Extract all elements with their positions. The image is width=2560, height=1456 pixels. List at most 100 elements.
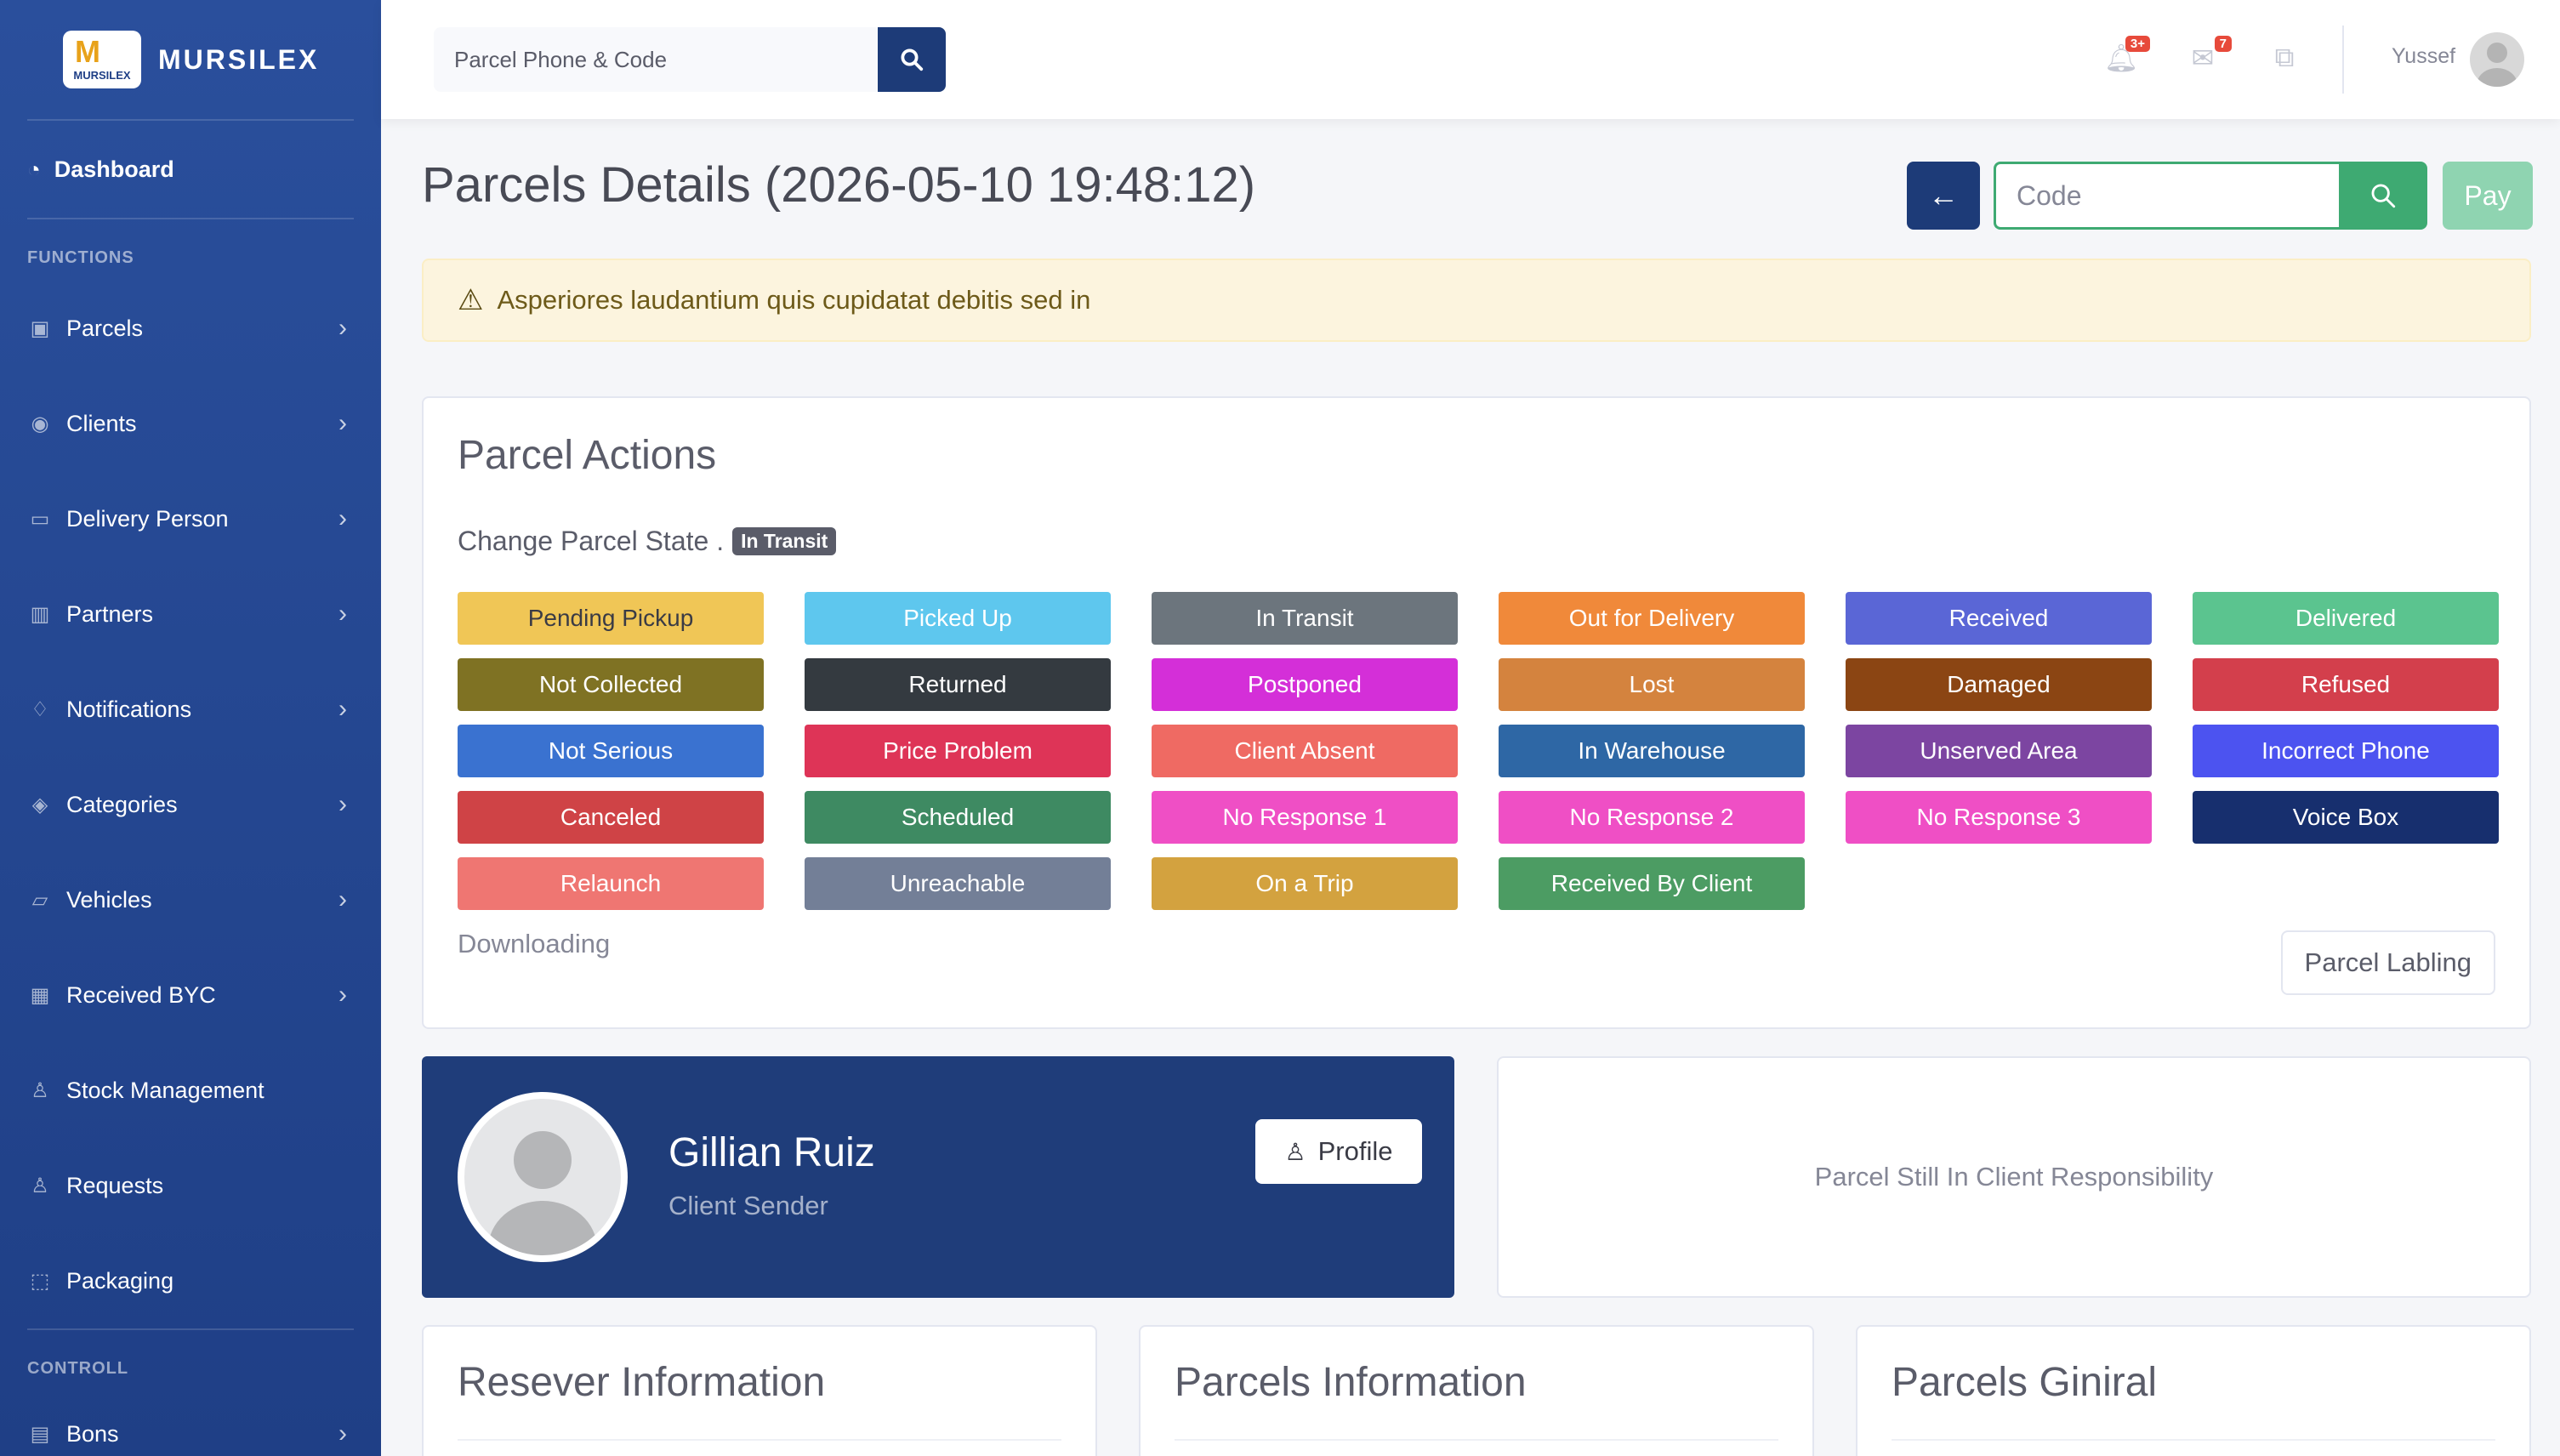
state-button-relaunch[interactable]: Relaunch <box>458 857 764 910</box>
sidebar-item-received-byc[interactable]: ▦ Received BYC › <box>0 947 381 1043</box>
state-button-price-problem[interactable]: Price Problem <box>805 725 1111 777</box>
alert-text: Asperiores laudantium quis cupidatat deb… <box>497 285 1091 315</box>
card-title: Resever Information <box>458 1360 826 1405</box>
alerts-badge: 3+ <box>2125 36 2150 52</box>
sidebar-item-dashboard[interactable]: ◔ Dashboard <box>0 121 381 218</box>
sidebar: M MURSILEX MURSILEX ◔ Dashboard FUNCTION… <box>0 0 381 1456</box>
warning-icon: ⚠ <box>458 284 484 316</box>
state-button-picked-up[interactable]: Picked Up <box>805 592 1111 645</box>
state-button-client-absent[interactable]: Client Absent <box>1152 725 1458 777</box>
user-icon: ♙ <box>31 1174 49 1197</box>
state-button-received-by-client[interactable]: Received By Client <box>1499 857 1805 910</box>
state-button-damaged[interactable]: Damaged <box>1846 658 2152 711</box>
sidebar-item-partners[interactable]: ▥ Partners › <box>0 566 381 662</box>
user-icon: ♙ <box>31 1078 49 1102</box>
state-button-grid: Pending Pickup Picked Up In Transit Out for… <box>458 592 2500 910</box>
state-button-no-response-3[interactable]: No Response 3 <box>1846 791 2152 844</box>
chevron-right-icon: › <box>338 314 347 342</box>
change-state-label: Change Parcel State . <box>458 526 725 556</box>
client-name: Gillian Ruiz <box>668 1130 875 1175</box>
parcel-labeling-button[interactable]: Parcel Labling <box>2280 930 2495 995</box>
page-title: Parcels Details (2026-05-10 19:48:12) <box>422 157 1256 213</box>
bell-icon: ♢ <box>31 697 49 721</box>
sidebar-item-clients[interactable]: ◉ Clients › <box>0 376 381 471</box>
logo-mark-icon: M <box>75 34 100 69</box>
state-button-lost[interactable]: Lost <box>1499 658 1805 711</box>
avatar[interactable] <box>2470 32 2524 87</box>
brand-logo: M MURSILEX <box>63 31 141 88</box>
state-button-in-warehouse[interactable]: In Warehouse <box>1499 725 1805 777</box>
sidebar-item-stock-management[interactable]: ♙ Stock Management <box>0 1043 381 1138</box>
state-button-in-transit[interactable]: In Transit <box>1152 592 1458 645</box>
chevron-right-icon: › <box>338 409 347 437</box>
state-button-pending-pickup[interactable]: Pending Pickup <box>458 592 764 645</box>
messages-button[interactable]: ✉ 7 <box>2186 36 2232 75</box>
chevron-right-icon: › <box>338 790 347 818</box>
parcel-actions-card: Parcel Actions Change Parcel State . In … <box>422 396 2531 1029</box>
sidebar-item-notifications[interactable]: ♢ Notifications › <box>0 662 381 757</box>
state-button-canceled[interactable]: Canceled <box>458 791 764 844</box>
search-button[interactable] <box>878 27 946 92</box>
divider <box>458 1439 1061 1441</box>
search-input[interactable]: Parcel Phone & Code <box>434 27 876 92</box>
sidebar-item-delivery-person[interactable]: ▭ Delivery Person › <box>0 471 381 566</box>
state-button-voice-box[interactable]: Voice Box <box>2193 791 2499 844</box>
warning-alert: ⚠ Asperiores laudantium quis cupidatat d… <box>422 259 2531 342</box>
card-title: Parcels Information <box>1175 1360 1527 1405</box>
search-icon <box>2371 184 2396 208</box>
dashboard-icon: ◔ <box>27 156 41 182</box>
user-name[interactable]: Yussef <box>2392 44 2455 69</box>
sidebar-item-requests[interactable]: ♙ Requests <box>0 1138 381 1233</box>
status-badge: In Transit <box>732 527 837 555</box>
sidebar-item-label: Vehicles <box>66 886 152 913</box>
package-icon: ⬚ <box>30 1269 50 1293</box>
sidebar-item-label: Dashboard <box>54 156 174 182</box>
state-button-not-collected[interactable]: Not Collected <box>458 658 764 711</box>
topbar: Parcel Phone & Code 🔔︎ 3+ ✉ 7 ⧉ Yussef <box>381 0 2560 119</box>
state-button-returned[interactable]: Returned <box>805 658 1111 711</box>
bus-icon: ▭ <box>30 507 50 531</box>
user-circle-icon: ◉ <box>31 412 49 435</box>
avatar <box>458 1092 628 1262</box>
sidebar-item-label: Stock Management <box>66 1077 265 1103</box>
code-search-button[interactable] <box>2339 162 2427 230</box>
sidebar-item-label: Packaging <box>66 1267 174 1294</box>
state-button-incorrect-phone[interactable]: Incorrect Phone <box>2193 725 2499 777</box>
sidebar-item-bons[interactable]: ▤ Bons › <box>0 1391 381 1456</box>
avatar-silhouette-icon <box>2477 43 2517 87</box>
state-button-postponed[interactable]: Postponed <box>1152 658 1458 711</box>
client-role: Client Sender <box>668 1191 828 1220</box>
topbar-divider <box>2342 26 2344 94</box>
language-button[interactable]: ⧉ <box>2267 41 2301 75</box>
state-button-no-response-2[interactable]: No Response 2 <box>1499 791 1805 844</box>
back-button[interactable]: ← <box>1907 162 1980 230</box>
state-button-on-a-trip[interactable]: On a Trip <box>1152 857 1458 910</box>
chevron-right-icon: › <box>338 600 347 628</box>
user-icon: ♙ <box>1284 1138 1306 1165</box>
pay-button[interactable]: Pay <box>2443 162 2533 230</box>
state-button-no-response-1[interactable]: No Response 1 <box>1152 791 1458 844</box>
state-button-unreachable[interactable]: Unreachable <box>805 857 1111 910</box>
brand[interactable]: M MURSILEX MURSILEX <box>0 0 381 119</box>
chevron-right-icon: › <box>338 1419 347 1447</box>
alerts-button[interactable]: 🔔︎ 3+ <box>2104 36 2150 75</box>
state-button-refused[interactable]: Refused <box>2193 658 2499 711</box>
arrow-left-icon: ← <box>1928 178 1959 213</box>
state-button-not-serious[interactable]: Not Serious <box>458 725 764 777</box>
sidebar-heading-controll: CONTROLL <box>27 1359 129 1378</box>
downloading-label: Downloading <box>458 929 611 958</box>
profile-button[interactable]: ♙ Profile <box>1255 1119 1422 1184</box>
sidebar-item-vehicles[interactable]: ▱ Vehicles › <box>0 852 381 947</box>
responsibility-text: Parcel Still In Client Responsibility <box>1814 1162 2214 1192</box>
state-button-unserved-area[interactable]: Unserved Area <box>1846 725 2152 777</box>
state-button-scheduled[interactable]: Scheduled <box>805 791 1111 844</box>
state-button-out-for-delivery[interactable]: Out for Delivery <box>1499 592 1805 645</box>
sidebar-item-parcels[interactable]: ▣ Parcels › <box>0 281 381 376</box>
brand-name: MURSILEX <box>158 43 320 75</box>
state-button-received[interactable]: Received <box>1846 592 2152 645</box>
sidebar-item-categories[interactable]: ◈ Categories › <box>0 757 381 852</box>
parcels-information-card: Parcels Information <box>1139 1325 1814 1456</box>
sidebar-item-packaging[interactable]: ⬚ Packaging <box>0 1233 381 1328</box>
state-button-delivered[interactable]: Delivered <box>2193 592 2499 645</box>
code-input[interactable]: Code <box>1994 162 2339 230</box>
